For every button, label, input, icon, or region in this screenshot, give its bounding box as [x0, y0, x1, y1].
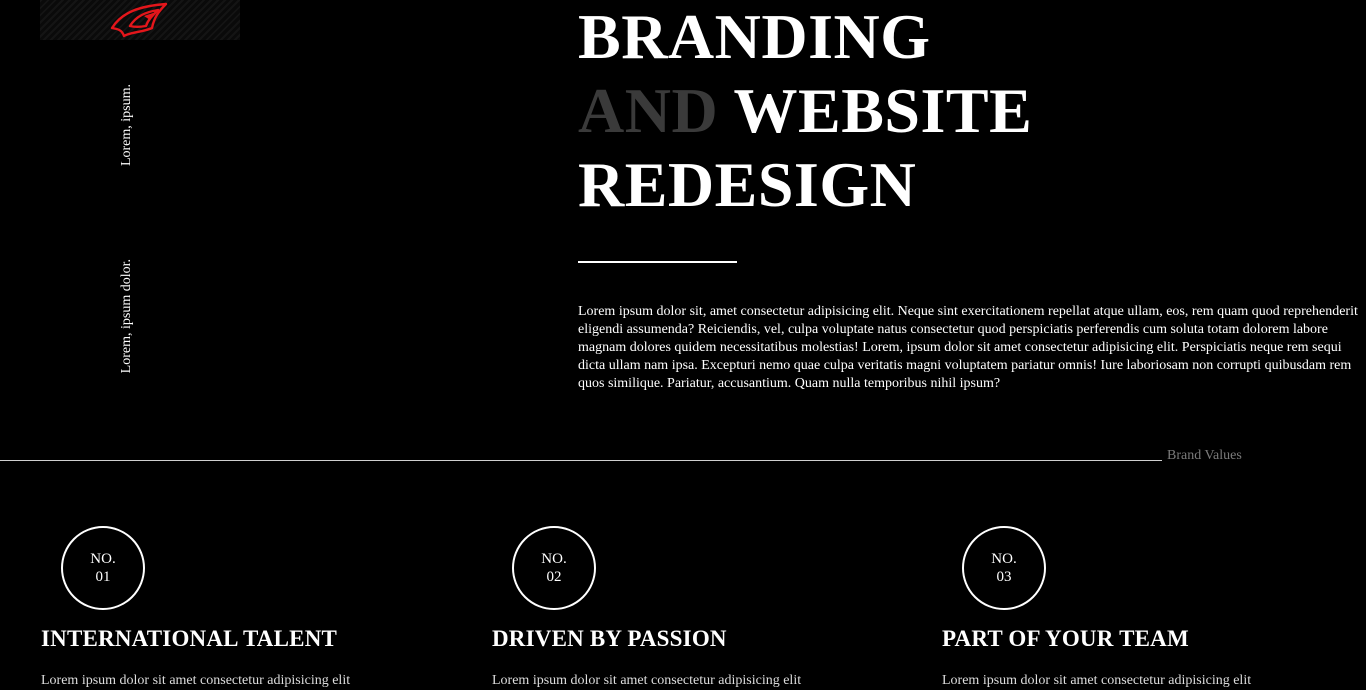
- hero-title-dim-word: AND: [578, 75, 719, 146]
- side-label-top: Lorem, ipsum.: [119, 84, 134, 167]
- value-number-badge: NO. 01: [61, 526, 145, 610]
- value-text: Lorem ipsum dolor sit amet consectetur a…: [41, 673, 351, 688]
- brand-values-list: NO. 01 INTERNATIONAL TALENT Lorem ipsum …: [0, 526, 1366, 688]
- section-divider: [0, 460, 1162, 461]
- rog-eye-logo-icon: [110, 2, 168, 38]
- brand-logo[interactable]: [40, 0, 240, 40]
- hero-title-line-2: AND WEBSITE: [578, 74, 1032, 148]
- hero-divider: [578, 261, 737, 263]
- hero-title: BRANDING AND WEBSITE REDESIGN: [578, 0, 1032, 222]
- section-label-brand-values: Brand Values: [1167, 448, 1242, 463]
- value-title: DRIVEN BY PASSION: [492, 626, 727, 651]
- hero-title-word: WEBSITE: [718, 75, 1033, 146]
- value-no-label: NO.: [90, 551, 116, 567]
- side-label-bottom: Lorem, ipsum dolor.: [119, 259, 134, 374]
- value-number: 02: [546, 569, 562, 585]
- hero-title-line-3: REDESIGN: [578, 149, 917, 220]
- value-number: 01: [95, 569, 111, 585]
- hero-body-text: Lorem ipsum dolor sit, amet consectetur …: [578, 304, 1358, 391]
- value-text: Lorem ipsum dolor sit amet consectetur a…: [492, 673, 802, 688]
- value-no-label: NO.: [991, 551, 1017, 567]
- value-number: 03: [996, 569, 1012, 585]
- value-number-badge: NO. 03: [962, 526, 1046, 610]
- value-title: PART OF YOUR TEAM: [942, 626, 1189, 651]
- value-text: Lorem ipsum dolor sit amet consectetur a…: [942, 673, 1252, 688]
- value-title: INTERNATIONAL TALENT: [41, 626, 338, 651]
- value-no-label: NO.: [541, 551, 567, 567]
- hero-title-line-1: BRANDING: [578, 1, 931, 72]
- value-number-badge: NO. 02: [512, 526, 596, 610]
